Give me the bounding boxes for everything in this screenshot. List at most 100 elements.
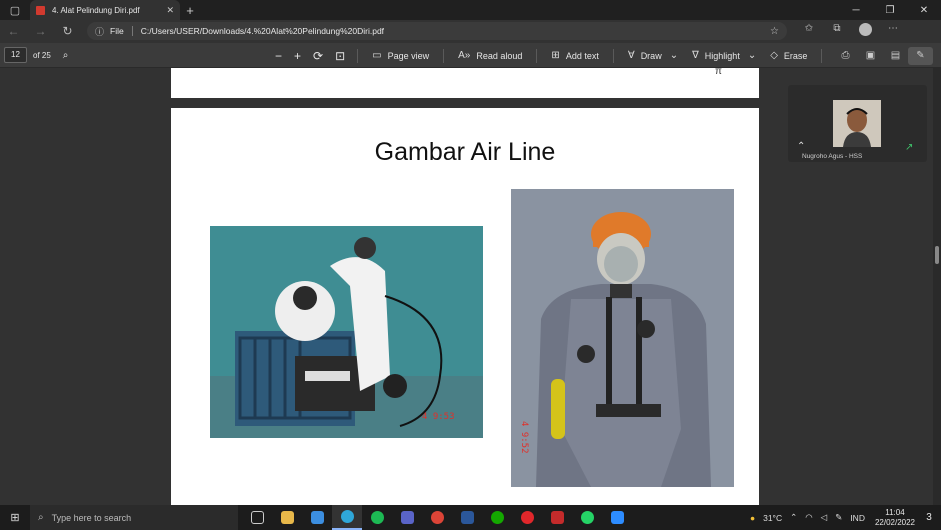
file-explorer-icon[interactable] <box>272 505 302 530</box>
avatar <box>858 23 872 36</box>
rotate-button[interactable]: ⟳ <box>313 49 323 63</box>
highlight-button[interactable]: ∇ Highlight ⌄ <box>692 50 756 61</box>
collections-icon[interactable]: ⧉ <box>823 23 851 39</box>
save-icon[interactable]: ▣ <box>858 50 883 61</box>
page-view-button[interactable]: ▭ Page view <box>372 50 429 61</box>
forward-button[interactable]: → <box>27 24 54 38</box>
book-icon: ▭ <box>372 50 382 61</box>
text-box-icon: ⊞ <box>551 50 560 61</box>
task-view-icon[interactable] <box>242 505 272 530</box>
favorites-icon[interactable]: ✩ <box>795 23 823 39</box>
read-aloud-label: Read aloud <box>476 50 523 61</box>
eraser-icon: ◇ <box>770 50 778 61</box>
close-window-button[interactable]: ✕ <box>907 5 941 16</box>
info-icon[interactable]: ⓘ <box>95 25 104 38</box>
profile-button[interactable] <box>851 23 879 39</box>
chevron-up-icon[interactable]: ⌃ <box>790 512 797 523</box>
new-tab-button[interactable]: + <box>180 3 200 18</box>
protocol-label: File <box>110 26 124 36</box>
page-total: of 25 <box>33 50 51 60</box>
search-icon: ⌕ <box>38 512 44 523</box>
search-placeholder: Type here to search <box>51 512 132 523</box>
zoom-in-button[interactable]: + <box>294 49 301 63</box>
page-mark: π <box>715 68 722 77</box>
chrome-icon[interactable] <box>422 505 452 530</box>
chevron-down-icon[interactable]: ⌄ <box>748 50 756 61</box>
air-line-photo-worker-mask-image <box>511 189 734 487</box>
opera-icon[interactable] <box>512 505 542 530</box>
ti-app-icon[interactable] <box>392 505 422 530</box>
language-indicator[interactable]: IND <box>850 513 865 523</box>
volume-icon[interactable]: ◁ <box>821 512 828 523</box>
taskbar-search[interactable]: ⌕ Type here to search <box>30 505 238 530</box>
air-line-photo-workers-image <box>210 226 483 438</box>
fit-page-button[interactable]: ⊡ <box>335 49 345 63</box>
meeting-video-overlay[interactable]: ⌃ Nugroho Agus - HSS ↗ <box>788 85 927 162</box>
favorite-star-icon[interactable]: ☆ <box>770 26 779 37</box>
back-button[interactable]: ← <box>0 24 27 38</box>
clock[interactable]: 11:04 22/02/2022 <box>875 508 915 528</box>
minimize-button[interactable]: ─ <box>839 5 873 16</box>
browser-tab[interactable]: 4. Alat Pelindung Diri.pdf ✕ <box>30 0 180 20</box>
participant-video <box>833 100 881 147</box>
pdf-tools: − + ⟳ ⊡ ▭ Page view A» Read aloud ⊞ Add tex… <box>275 43 836 68</box>
divider <box>443 48 445 63</box>
chevron-up-icon[interactable]: ⌃ <box>797 141 805 152</box>
weather-icon[interactable]: ● <box>750 513 755 523</box>
pdf-right-tools: ⎙ ▣ ▤ ✎ <box>833 43 933 68</box>
print-icon[interactable]: ⎙ <box>833 50 858 61</box>
address-field[interactable]: ⓘ File C:/Users/USER/Downloads/4.%20Alat… <box>87 22 787 40</box>
save-as-icon[interactable]: ▤ <box>883 50 908 61</box>
upwork-icon[interactable] <box>482 505 512 530</box>
slide-title: Gambar Air Line <box>374 138 556 166</box>
divider <box>536 48 538 63</box>
tab-actions-icon[interactable]: ▢ <box>0 0 30 20</box>
read-aloud-button[interactable]: A» Read aloud <box>458 50 522 61</box>
pen-icon[interactable]: ✎ <box>835 512 842 523</box>
close-tab-icon[interactable]: ✕ <box>166 5 174 16</box>
spotify-icon[interactable] <box>362 505 392 530</box>
erase-button[interactable]: ◇ Erase <box>770 50 807 61</box>
screen-recorder-icon[interactable] <box>542 505 572 530</box>
browser-actions: ✩ ⧉ ⋯ <box>795 23 907 39</box>
pdf-toolbar: 12 of 25 ⌕ − + ⟳ ⊡ ▭ Page view A» Read alo… <box>0 43 941 68</box>
window-controls: ─ ❐ ✕ <box>839 5 941 16</box>
photo-date-stamp: 4 9:52 <box>519 421 529 454</box>
highlight-label: Highlight <box>704 50 740 61</box>
more-menu-icon[interactable]: ⋯ <box>879 23 907 39</box>
zoom-out-button[interactable]: − <box>275 49 282 63</box>
vertical-scrollbar[interactable] <box>933 68 941 505</box>
page-number-input[interactable]: 12 <box>4 47 27 63</box>
url-text: C:/Users/USER/Downloads/4.%20Alat%20Peli… <box>140 26 385 36</box>
zoom-icon[interactable] <box>602 505 632 530</box>
air-line-photo-workers: 4 9:53 <box>210 226 483 438</box>
pop-out-icon[interactable]: ↗ <box>905 142 913 153</box>
notification-count: 3 <box>926 512 932 523</box>
taskbar-apps <box>242 505 632 530</box>
restore-button[interactable]: ❐ <box>873 5 907 16</box>
word-icon[interactable] <box>452 505 482 530</box>
taskbar: ⊞ ⌕ Type here to search ● 31°C ⌃ ◠ ◁ ✎ I… <box>0 505 941 530</box>
participant-name: Nugroho Agus - HSS <box>802 153 863 160</box>
page-view-label: Page view <box>387 50 430 61</box>
time: 11:04 <box>885 507 905 517</box>
add-text-button[interactable]: ⊞ Add text <box>551 50 598 61</box>
scrollbar-thumb[interactable] <box>935 246 939 264</box>
edge-icon[interactable] <box>332 505 362 530</box>
pdf-icon <box>36 5 45 15</box>
network-icon[interactable]: ◠ <box>805 512 812 523</box>
refresh-button[interactable]: ↻ <box>54 24 81 38</box>
title-bar: ▢ 4. Alat Pelindung Diri.pdf ✕ + ─ ❐ ✕ <box>0 0 941 20</box>
address-bar-row: ← → ↻ ⓘ File C:/Users/USER/Downloads/4.%… <box>0 20 941 42</box>
whatsapp-icon[interactable] <box>572 505 602 530</box>
windows-start-icon[interactable]: ⊞ <box>0 511 30 524</box>
photo-date-stamp: 4 9:53 <box>422 412 455 422</box>
search-icon[interactable]: ⌕ <box>63 50 69 61</box>
chevron-down-icon[interactable]: ⌄ <box>670 50 678 61</box>
read-aloud-icon: A» <box>458 50 471 61</box>
temperature[interactable]: 31°C <box>763 513 782 523</box>
draw-button[interactable]: ∀ Draw ⌄ <box>628 50 678 61</box>
notification-center-icon[interactable]: 3 <box>921 512 937 523</box>
mail-icon[interactable] <box>302 505 332 530</box>
pin-icon[interactable]: ✎ <box>908 46 933 65</box>
